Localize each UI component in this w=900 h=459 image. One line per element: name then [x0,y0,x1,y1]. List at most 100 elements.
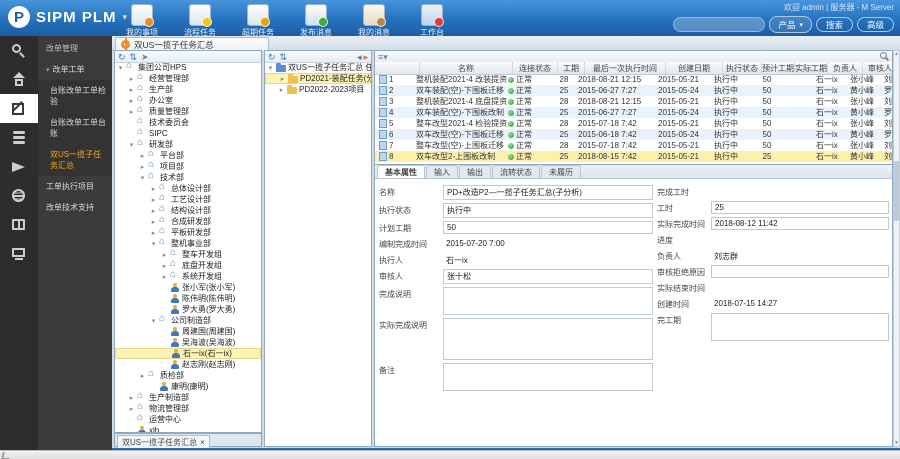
chevron-right-icon[interactable]: ▸ [128,108,135,116]
collapsed-tab[interactable]: 双US一揽子任务汇总 × [117,435,210,449]
field-value[interactable]: 执行中 [443,203,653,218]
scrollbar-thumb[interactable] [894,161,899,221]
column-header[interactable]: 名称 [420,62,513,74]
detail-tab-输出[interactable]: 输出 [459,165,491,178]
column-header[interactable]: 连接状态 [513,62,558,74]
tree-node[interactable]: ▸PD2022-2023项目 [265,84,371,95]
rail-item-search-icon[interactable] [0,36,38,65]
tree-node[interactable]: ▸工艺设计部 [115,194,261,205]
table-row[interactable]: 2双车装配(空)-下围板迁移正常252015-06-27 7:272015-05… [375,85,892,96]
chevron-right-icon[interactable]: ▸ [128,86,135,94]
chevron-right-icon[interactable]: ▸ [128,405,135,413]
tree-node[interactable]: 赵志刚(赵志刚) [115,359,261,370]
chevron-right-icon[interactable]: ▸ [150,185,157,193]
cursor-icon[interactable]: ➤ [141,52,149,62]
column-header[interactable]: 创建日期 [666,62,723,74]
chevron-right-icon[interactable]: ▸ [161,251,168,259]
rail-item-send-icon[interactable] [0,152,38,181]
tree-node[interactable]: 周建国(周建国) [115,326,261,337]
collapse-all-icon[interactable]: ⇅ [130,52,138,62]
detail-tab-流转状态[interactable]: 流转状态 [492,165,540,178]
chevron-down-icon[interactable]: ▾ [150,317,157,325]
refresh-icon[interactable]: ↻ [118,52,126,62]
field-value[interactable] [443,318,653,360]
rail-item-database-icon[interactable] [0,123,38,152]
sidebar-item[interactable]: 工单执行项目 [38,176,112,197]
next-icon[interactable]: ▸ [363,52,368,62]
column-header[interactable] [375,62,420,74]
table-row[interactable]: 1整机装配2021-4 改装提资任务正常282018-08-21 12:1520… [375,74,892,85]
tree-node[interactable]: 运营中心 [115,414,261,425]
chevron-right-icon[interactable]: ▸ [139,163,146,171]
tree-node[interactable]: ▸整车开发组 [115,249,261,260]
rail-item-edit-icon[interactable] [0,94,38,123]
search-input[interactable] [673,17,765,32]
tree-node[interactable]: ▸平板研发部 [115,227,261,238]
tree-node[interactable]: ▸总体设计部 [115,183,261,194]
collapse-all-icon[interactable]: ⇅ [280,52,288,62]
tree-node[interactable]: ▸平台部 [115,150,261,161]
chevron-down-icon[interactable]: ▾ [150,240,157,248]
table-row[interactable]: 7整车改型(空)-上围板迁移正常282015-07-18 7:422015-05… [375,140,892,151]
chevron-right-icon[interactable]: ▸ [150,196,157,204]
field-value[interactable]: 25 [711,201,889,214]
rail-item-book-icon[interactable] [0,210,38,239]
scroll-down-icon[interactable]: ▼ [894,440,899,446]
close-icon[interactable]: × [200,438,205,447]
tree-node[interactable]: ▾公司制造部 [115,315,261,326]
column-header[interactable]: 工期 [558,62,585,74]
tree-node[interactable]: ▾整机事业部 [115,238,261,249]
detail-tab-基本属性[interactable]: 基本属性 [377,165,425,178]
app-logo[interactable]: P SIPM PLM ▾ [8,6,127,28]
chevron-down-icon[interactable]: ▾ [267,64,274,72]
field-value[interactable]: PD+改造P2—一揽子任务汇总(子分析) [443,185,653,200]
chevron-right-icon[interactable]: ▸ [278,86,285,94]
search-scope-select[interactable]: 产品 ▾ [769,16,812,33]
chevron-right-icon[interactable]: ▸ [150,229,157,237]
rail-item-monitor-icon[interactable] [0,239,38,268]
search-button[interactable]: 搜索 [816,17,853,32]
sidebar-item[interactable]: 改单技术支持 [38,197,112,218]
table-row[interactable]: 6双车改型(空)-下围板迁移正常252015-06-18 7:422015-05… [375,129,892,140]
column-header[interactable]: 负责人 [828,62,863,74]
field-value[interactable]: 2018-08-12 11:42 [711,217,889,230]
table-row[interactable]: 3整机装配2021-4 底盘提资任务正常282018-08-21 12:1520… [375,96,892,107]
tree-node[interactable]: ▾研发部 [115,139,261,150]
field-value[interactable] [443,363,653,391]
header-button-超期任务[interactable]: 超期任务 [234,3,282,39]
table-row[interactable]: 5整车改型2021-4 检验提资任务正常282015-07-18 7:42201… [375,118,892,129]
tree-node[interactable]: 石一ix(石一ix) [115,348,261,359]
header-button-工作台[interactable]: 工作台 [408,3,456,39]
tree-node[interactable]: ▸PD2021-装配任务(分) [265,73,371,84]
chevron-right-icon[interactable]: ▸ [139,372,146,380]
sidebar-item[interactable]: 台账改单工单检验 [38,80,112,112]
tree-node[interactable]: ▾双US一揽子任务汇总 任务 [265,62,371,73]
field-value[interactable] [443,287,653,315]
chevron-down-icon[interactable]: ▾ [139,174,146,182]
tree-node[interactable]: 吴海波(吴海波) [115,337,261,348]
search-icon[interactable] [880,52,889,61]
detail-tab-未履历[interactable]: 未履历 [541,165,581,178]
field-value[interactable]: 50 [443,221,653,234]
chevron-right-icon[interactable]: ▸ [150,207,157,215]
table-row[interactable]: 8双车改型2-上围板改制正常252018-08-15 7:422015-05-2… [375,151,892,162]
chevron-right-icon[interactable]: ▸ [150,218,157,226]
tree-node[interactable]: ▾技术部 [115,172,261,183]
column-header[interactable]: 执行状态 [723,62,762,74]
chevron-right-icon[interactable]: ▸ [279,75,286,83]
sidebar-item[interactable]: 台账改单工单台账 [38,112,112,144]
table-row[interactable]: 4双车装配(空)-下围板改制正常252015-06-27 7:272015-05… [375,107,892,118]
chevron-right-icon[interactable]: ▸ [128,75,135,83]
scroll-up-icon[interactable]: ▲ [894,51,899,57]
tree-node[interactable]: ▸合成研发部 [115,216,261,227]
column-header[interactable]: 审核人 [863,62,892,74]
tree-node[interactable]: 张小军(张小军) [115,282,261,293]
chevron-right-icon[interactable]: ▸ [128,394,135,402]
tree-node[interactable]: ▸系统开发组 [115,271,261,282]
sidebar-item[interactable]: 双US一揽子任务汇总 [38,144,112,176]
tree-node[interactable]: ▸质检部 [115,370,261,381]
advanced-search-button[interactable]: 高级 [857,17,894,32]
header-button-发布消息[interactable]: 发布消息 [292,3,340,39]
detail-tab-输入[interactable]: 输入 [426,165,458,178]
tree-node[interactable]: ▸项目部 [115,161,261,172]
